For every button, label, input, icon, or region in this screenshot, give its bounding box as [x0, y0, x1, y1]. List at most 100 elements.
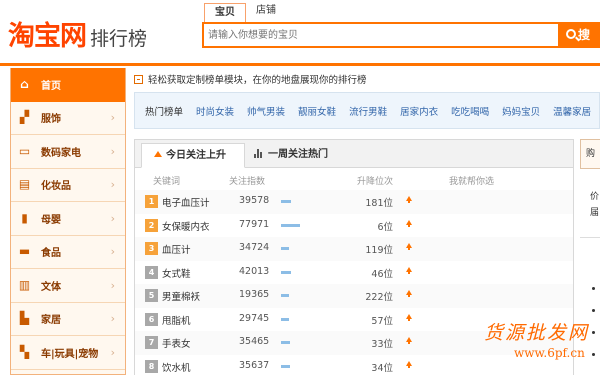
attention-index-value: 29745 — [239, 312, 270, 324]
attention-index-value: 35637 — [239, 359, 270, 371]
keyword-link[interactable]: 男童棉袄 — [162, 289, 200, 303]
rank-badge: 6 — [145, 312, 158, 326]
sidebar-item-clothing[interactable]: ▞ 服饰 › — [11, 102, 125, 135]
taobao-logo[interactable]: 淘宝网 排行榜 — [8, 14, 148, 52]
column-attention-index: 关注指数 — [229, 177, 266, 187]
search-tab-items[interactable]: 宝贝 — [204, 3, 246, 24]
sidebar-item-label: 服饰 — [41, 114, 61, 126]
category-home[interactable]: 温馨家居 — [553, 104, 591, 118]
attention-index-bar — [281, 294, 289, 297]
chevron-right-icon: › — [110, 312, 115, 326]
category-hot-lists[interactable]: 热门榜单 — [145, 104, 183, 118]
table-row[interactable]: 4 女式鞋 42013 46位 — [135, 261, 573, 285]
rank-badge: 2 — [145, 218, 158, 232]
column-pick-for-you: 我就帮你选 — [449, 177, 495, 187]
rank-change-value: 222位 — [365, 292, 393, 303]
rank-badge: 8 — [145, 359, 158, 373]
custom-module-notice[interactable]: 轻松获取定制榜单模块，在你的地盘展现你的排行榜 — [134, 71, 367, 87]
notice-text: 轻松获取定制榜单模块，在你的地盘展现你的排行榜 — [148, 75, 367, 86]
logo-sub-text: 排行榜 — [90, 28, 148, 50]
module-icon — [134, 74, 143, 84]
sidebar-item-home-goods[interactable]: ▙ 家居 › — [11, 303, 125, 336]
attention-index-bar — [281, 317, 289, 321]
category-women-shoes[interactable]: 靓丽女鞋 — [298, 104, 336, 118]
attention-index-bar — [281, 270, 291, 274]
sidebar-item-label: 食品 — [41, 248, 61, 260]
search-tab-shops[interactable]: 店铺 — [246, 2, 286, 23]
attention-index-bar — [281, 341, 290, 344]
trend-up-icon — [406, 313, 412, 321]
category-tabs: 热门榜单 时尚女装 帅气男装 靓丽女鞋 流行男鞋 居家内衣 吃吃喝喝 妈妈宝贝 … — [134, 92, 600, 129]
category-mom-baby[interactable]: 妈妈宝贝 — [502, 104, 540, 118]
sidebar-item-electronics[interactable]: ▭ 数码家电 › — [11, 135, 125, 169]
keyword-link[interactable]: 血压计 — [162, 242, 191, 256]
ranking-table-header: 关键词 关注指数 升降位次 我就帮你选 — [135, 168, 573, 190]
table-row[interactable]: 1 电子血压计 39578 181位 — [135, 190, 573, 214]
table-row[interactable]: 3 血压计 34724 119位 — [135, 237, 573, 261]
rank-change-value: 119位 — [365, 245, 393, 256]
keyword-link[interactable]: 手表女 — [162, 336, 191, 350]
right-panel-divider — [580, 237, 600, 238]
attention-index-bar — [281, 247, 289, 250]
sidebar-item-label: 母婴 — [41, 214, 61, 226]
sidebar-item-label: 文体 — [41, 281, 61, 293]
arrow-up-icon — [154, 151, 162, 157]
sidebar-item-car-toys-pets[interactable]: ▚ 车|玩具|宠物 › — [11, 336, 125, 370]
column-rank-change: 升降位次 — [357, 177, 394, 187]
category-sidebar: ⌂ 首页 ▞ 服饰 › ▭ 数码家电 › ▤ 化妆品 › ▮ 母婴 › ▬ 食品… — [10, 68, 126, 375]
keyword-link[interactable]: 饮水机 — [162, 360, 191, 374]
book-icon: ▥ — [18, 277, 31, 292]
search-tabs: 宝贝 店铺 — [204, 2, 286, 24]
chevron-right-icon: › — [110, 278, 115, 292]
sidebar-item-label: 首页 — [41, 80, 61, 92]
chevron-right-icon: › — [110, 111, 115, 125]
trend-up-icon — [406, 243, 412, 250]
watermark-url: www.6pf.cn — [514, 346, 585, 360]
attention-index-value: 35465 — [239, 336, 270, 347]
monitor-icon: ▭ — [18, 143, 31, 158]
tab-week-hot[interactable]: 一周关注热门 — [251, 143, 328, 168]
search-button[interactable]: 搜 — [558, 22, 600, 48]
category-women-fashion[interactable]: 时尚女装 — [196, 104, 234, 118]
chevron-right-icon: › — [110, 211, 115, 225]
chevron-right-icon: › — [110, 345, 115, 359]
bullet-icon — [592, 353, 595, 356]
bullet-icon — [592, 287, 595, 290]
trend-up-icon — [406, 290, 412, 297]
category-underwear[interactable]: 居家内衣 — [400, 104, 438, 118]
keyword-link[interactable]: 女式鞋 — [162, 266, 191, 280]
trend-up-icon — [406, 337, 412, 344]
clothes-icon: ▞ — [19, 110, 30, 125]
sidebar-item-label: 家居 — [41, 315, 61, 327]
search-input[interactable] — [204, 24, 558, 46]
sidebar-item-baby[interactable]: ▮ 母婴 › — [11, 202, 125, 236]
search-box — [202, 22, 560, 48]
category-men-fashion[interactable]: 帅气男装 — [247, 104, 285, 118]
sidebar-item-sports[interactable]: ▥ 文体 › — [11, 269, 125, 303]
car-icon: ▚ — [19, 344, 30, 359]
rank-change-value: 46位 — [371, 268, 393, 280]
tab-today-rising[interactable]: 今日关注上升 — [141, 143, 245, 168]
sidebar-item-label: 数码家电 — [41, 147, 81, 159]
keyword-link[interactable]: 电子血压计 — [162, 195, 210, 209]
rank-change-value: 57位 — [371, 315, 393, 327]
column-keyword: 关键词 — [153, 177, 181, 187]
keyword-link[interactable]: 女保暖内衣 — [162, 219, 210, 233]
right-panel-button[interactable]: 购 — [580, 139, 600, 169]
keyword-link[interactable]: 甩脂机 — [162, 313, 191, 327]
cosmetics-icon: ▤ — [18, 177, 31, 192]
category-men-shoes[interactable]: 流行男鞋 — [349, 104, 387, 118]
rank-badge: 5 — [145, 289, 158, 302]
table-row[interactable]: 5 男童棉袄 19365 222位 — [135, 284, 573, 308]
trend-up-icon — [406, 196, 412, 203]
rank-change-value: 33位 — [371, 339, 393, 350]
attention-index-value: 34724 — [239, 242, 270, 253]
sidebar-item-food[interactable]: ▬ 食品 › — [11, 236, 125, 269]
table-row[interactable]: 2 女保暖内衣 77971 6位 — [135, 214, 573, 238]
attention-index-value: 39578 — [239, 195, 270, 206]
sidebar-item-cosmetics[interactable]: ▤ 化妆品 › — [11, 169, 125, 202]
rank-badge: 4 — [145, 265, 158, 279]
sidebar-item-home[interactable]: ⌂ 首页 — [11, 68, 125, 102]
category-food-drink[interactable]: 吃吃喝喝 — [451, 104, 489, 118]
attention-index-value: 77971 — [239, 218, 270, 230]
